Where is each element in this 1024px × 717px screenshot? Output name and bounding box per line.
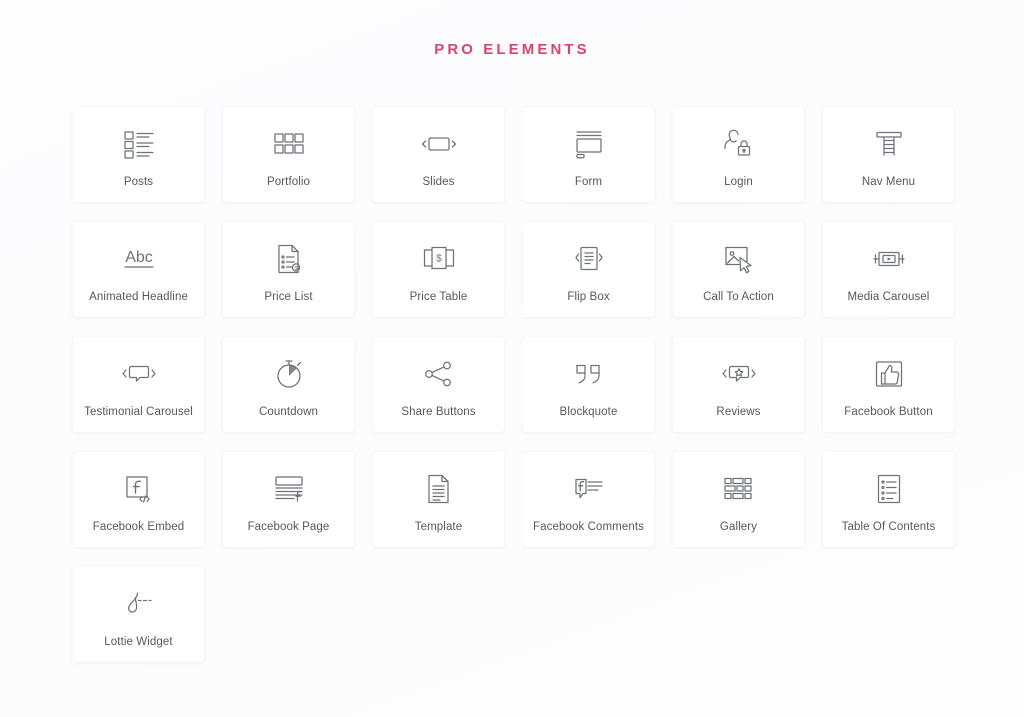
element-card-gallery[interactable]: Gallery [673, 452, 804, 547]
element-card-template[interactable]: Template [373, 452, 504, 547]
call-to-action-icon [723, 238, 755, 280]
element-card-animated-headline[interactable]: Abc Animated Headline [73, 222, 204, 317]
gallery-icon [722, 468, 756, 510]
facebook-embed-icon [123, 468, 155, 510]
element-card-label: Share Buttons [401, 405, 476, 418]
element-card-label: Table Of Contents [841, 520, 936, 533]
element-card-label: Blockquote [559, 405, 618, 418]
element-card-label: Testimonial Carousel [84, 405, 193, 418]
element-card-label: Animated Headline [89, 290, 188, 303]
element-card-label: Login [724, 175, 753, 188]
element-card-media-carousel[interactable]: Media Carousel [823, 222, 954, 317]
svg-text:$: $ [436, 253, 442, 264]
share-buttons-icon [423, 353, 455, 395]
login-icon [723, 123, 755, 165]
element-card-label: Facebook Embed [92, 520, 185, 533]
table-of-contents-icon [875, 468, 903, 510]
element-card-label: Countdown [258, 405, 319, 418]
lottie-widget-icon [121, 583, 157, 625]
element-card-label: Facebook Page [247, 520, 330, 533]
element-card-label: Form [574, 175, 603, 188]
element-card-label: Call To Action [703, 290, 774, 303]
reviews-icon [720, 353, 758, 395]
element-card-reviews[interactable]: Reviews [673, 337, 804, 432]
countdown-icon [273, 353, 305, 395]
element-card-label: Template [414, 520, 463, 533]
element-card-label: Lottie Widget [104, 635, 173, 648]
element-card-label: Reviews [716, 405, 761, 418]
element-card-facebook-embed[interactable]: Facebook Embed [73, 452, 204, 547]
svg-text:$: $ [294, 266, 297, 272]
element-card-label: Posts [123, 175, 154, 188]
animated-headline-icon: Abc [120, 238, 158, 280]
element-card-testimonial-carousel[interactable]: Testimonial Carousel [73, 337, 204, 432]
element-card-label: Facebook Button [844, 405, 933, 418]
element-card-facebook-comments[interactable]: Facebook Comments [523, 452, 654, 547]
elements-grid: Posts Portfolio Slides Form Login Nav Me… [72, 60, 954, 662]
element-card-label: Nav Menu [861, 175, 916, 188]
element-card-label: Portfolio [266, 175, 311, 188]
element-card-blockquote[interactable]: Blockquote [523, 337, 654, 432]
element-card-form[interactable]: Form [523, 107, 654, 202]
facebook-comments-icon [572, 468, 606, 510]
page-title: PRO ELEMENTS [434, 41, 590, 58]
form-icon [573, 123, 605, 165]
facebook-button-icon [874, 353, 904, 395]
facebook-page-icon [272, 468, 306, 510]
element-card-price-list[interactable]: $ Price List [223, 222, 354, 317]
element-card-portfolio[interactable]: Portfolio [223, 107, 354, 202]
element-card-label: Media Carousel [847, 290, 930, 303]
element-card-facebook-page[interactable]: Facebook Page [223, 452, 354, 547]
element-card-label: Slides [422, 175, 455, 188]
price-table-icon: $ [422, 238, 456, 280]
price-list-icon: $ [274, 238, 304, 280]
element-card-flip-box[interactable]: Flip Box [523, 222, 654, 317]
svg-text:Abc: Abc [125, 249, 153, 266]
element-card-share-buttons[interactable]: Share Buttons [373, 337, 504, 432]
element-card-label: Gallery [719, 520, 758, 533]
element-card-label: Facebook Comments [533, 520, 644, 533]
element-card-nav-menu[interactable]: Nav Menu [823, 107, 954, 202]
posts-icon [122, 123, 156, 165]
slides-icon [420, 123, 458, 165]
element-card-label: Price List [264, 290, 313, 303]
element-card-facebook-button[interactable]: Facebook Button [823, 337, 954, 432]
element-card-login[interactable]: Login [673, 107, 804, 202]
element-card-label: Price Table [409, 290, 468, 303]
element-card-table-of-contents[interactable]: Table Of Contents [823, 452, 954, 547]
media-carousel-icon [870, 238, 908, 280]
flip-box-icon [572, 238, 606, 280]
template-icon [425, 468, 453, 510]
element-card-lottie-widget[interactable]: Lottie Widget [73, 567, 204, 662]
testimonial-carousel-icon [120, 353, 158, 395]
element-card-price-table[interactable]: $ Price Table [373, 222, 504, 317]
element-card-posts[interactable]: Posts [73, 107, 204, 202]
element-card-countdown[interactable]: Countdown [223, 337, 354, 432]
portfolio-icon [273, 123, 305, 165]
blockquote-icon [572, 353, 606, 395]
element-card-call-to-action[interactable]: Call To Action [673, 222, 804, 317]
element-card-label: Flip Box [567, 290, 610, 303]
pro-elements-page: PRO ELEMENTS Posts Portfolio Slides Form… [0, 0, 1024, 717]
nav-menu-icon [873, 123, 905, 165]
element-card-slides[interactable]: Slides [373, 107, 504, 202]
